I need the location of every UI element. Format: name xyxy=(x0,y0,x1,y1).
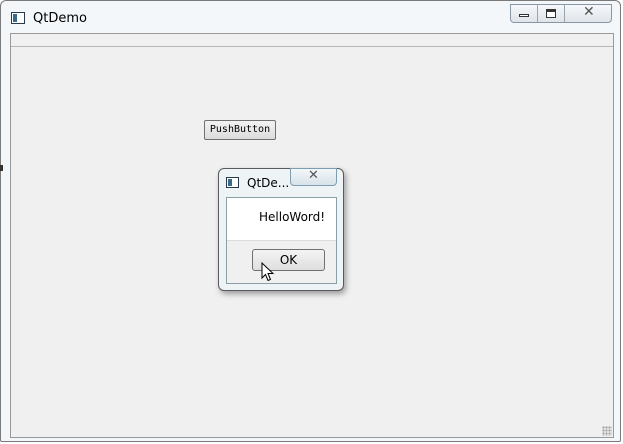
caption-buttons: ✕ xyxy=(510,4,612,23)
close-icon: ✕ xyxy=(583,4,595,20)
maximize-button[interactable] xyxy=(538,5,565,22)
window-title: QtDemo xyxy=(33,11,87,26)
minimize-button[interactable] xyxy=(511,5,538,22)
message-dialog: QtDe... ✕ HelloWord! OK xyxy=(218,168,344,291)
menu-bar[interactable] xyxy=(11,34,613,47)
push-button[interactable]: PushButton xyxy=(204,120,276,140)
message-text: HelloWord! xyxy=(259,210,326,224)
message-area: HelloWord! xyxy=(227,198,336,241)
minimize-icon xyxy=(519,14,529,17)
edge-artifact xyxy=(0,165,3,171)
dialog-title: QtDe... xyxy=(247,176,290,190)
mouse-cursor-icon xyxy=(261,262,275,282)
title-bar[interactable]: QtDemo ✕ xyxy=(1,1,620,35)
dialog-close-button[interactable]: ✕ xyxy=(290,168,337,186)
close-icon: ✕ xyxy=(308,168,319,183)
close-button[interactable]: ✕ xyxy=(565,4,611,22)
maximize-icon xyxy=(546,9,556,18)
size-grip[interactable] xyxy=(602,426,612,436)
dialog-app-icon xyxy=(226,177,239,188)
app-window-icon xyxy=(11,12,25,24)
dialog-client-area: HelloWord! OK xyxy=(226,197,337,284)
